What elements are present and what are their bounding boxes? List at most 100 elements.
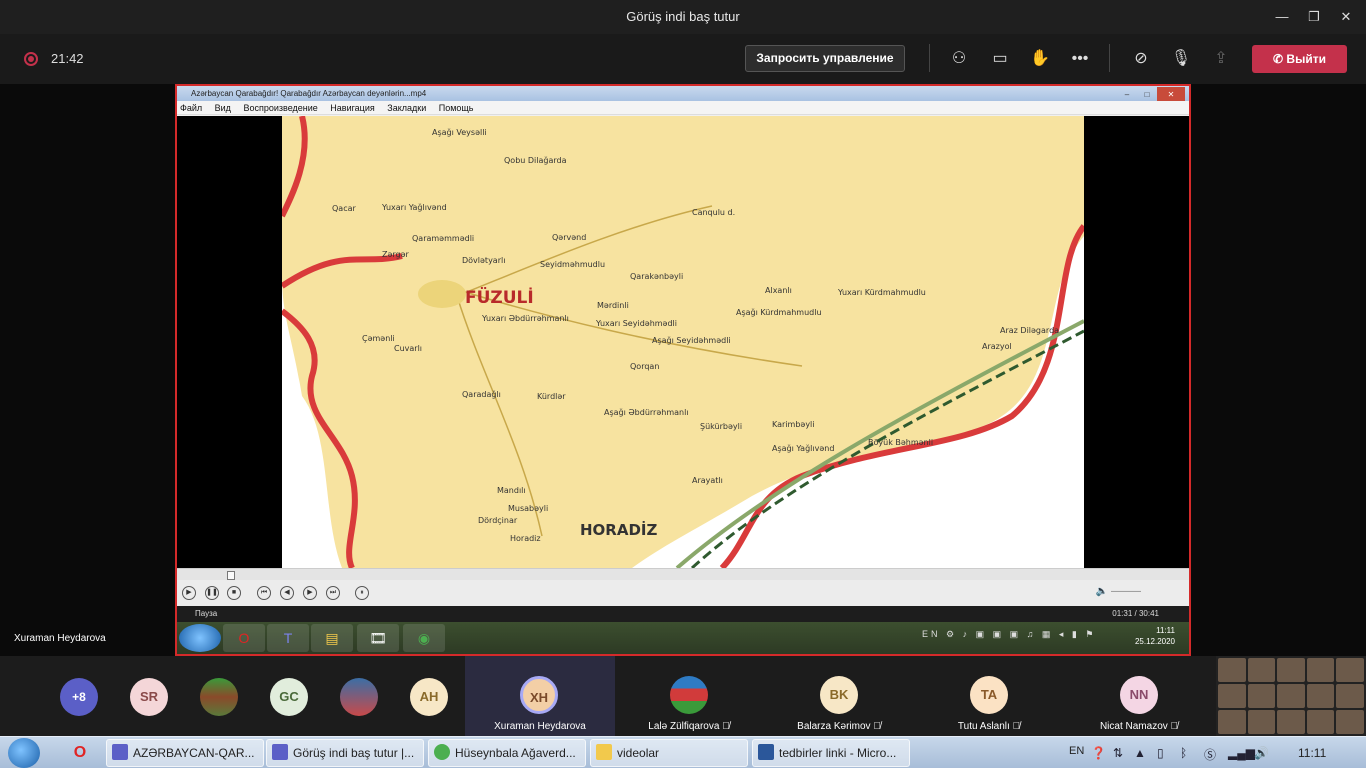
language-indicator[interactable]: EN [1069,745,1084,757]
opera-icon[interactable]: O [68,741,92,765]
task-label: Görüş indi baş tutur |... [293,746,415,760]
participant-tile[interactable]: Lalə Zülfiqarova 🎙̸ [614,656,764,736]
participant-name-text: Lalə Zülfiqarova [648,721,720,732]
avatar-gc[interactable]: GC [270,678,308,716]
network-icon[interactable]: ⇅ [1113,746,1123,760]
play-icon: ▶ [182,586,196,600]
gallery-thumb [1336,710,1364,734]
map-place: Dövlətyarlı [462,256,506,265]
map-place: Böyük Bəhmənli [868,438,934,447]
leave-button[interactable]: ✆ Выйти [1252,45,1347,73]
windows-taskbar: O AZƏRBAYCAN-QAR... Görüş indi baş tutur… [0,736,1366,768]
divider [929,44,930,72]
player-time: 01:31 / 30:41 [1112,609,1159,618]
taskbar-task[interactable]: Görüş indi baş tutur |... [266,739,424,767]
window-title: Görüş indi baş tutur [626,9,740,24]
more-options-icon[interactable]: ••• [1069,48,1091,70]
map-place: Qərvənd [552,233,587,242]
restore-icon[interactable]: ❐ [1302,6,1326,28]
task-label: tedbirler linki - Micro... [779,746,897,760]
avatar-flag[interactable] [200,678,238,716]
title-bar: Görüş indi baş tutur — ❐ ✕ [0,0,1366,34]
show-hidden-icons[interactable]: ▲ [1134,746,1146,760]
camera-off-icon[interactable]: ⊘ [1130,48,1152,70]
gallery-thumb [1277,684,1305,708]
teams-icon [272,744,288,760]
task-label: videolar [617,746,660,760]
menu-navigation: Навигация [330,103,375,113]
mic-muted-icon: 🎙̸ [722,721,730,732]
overflow-participants-button[interactable]: +8 [60,678,98,716]
mic-off-icon[interactable]: 🎙 [1170,48,1192,70]
gallery-thumb [1247,658,1276,682]
pause-icon: ❚❚ [205,586,219,600]
gallery-thumb [1218,658,1246,682]
volume-icon: 🔈 ——— [1095,586,1141,597]
help-icon[interactable]: ❓ [1091,746,1106,760]
gallery-thumb [1247,710,1276,734]
gallery-thumb [1306,684,1335,708]
task-label: AZƏRBAYCAN-QAR... [133,746,255,760]
menu-bookmarks: Закладки [387,103,427,113]
map-place: Dördçinar [478,516,518,525]
shared-media-icon: 🎞 [357,624,399,652]
shared-lang: EN [922,629,941,639]
player-menu: Файл Вид Воспроизведение Навигация Закла… [177,101,1189,115]
participant-tile-active[interactable]: XH Xuraman Heydarova [465,656,615,736]
player-title: Azərbaycan Qarabağdır! Qarabağdır Azərba… [191,89,427,98]
gallery-thumb [1247,684,1276,708]
gallery-thumb [1277,658,1305,682]
shared-start-icon [179,624,221,652]
request-control-button[interactable]: Запросить управление [745,45,905,72]
share-tray-icon[interactable]: ⇪ [1210,48,1232,70]
avatar-ah[interactable]: AH [410,678,448,716]
battery-icon[interactable]: ▯ [1157,746,1164,760]
video-gallery[interactable] [1216,656,1366,736]
participants-icon[interactable]: ⚇ [948,48,970,70]
shared-tray-icons: EN ⚙ ♪ ▣ ▣ ▣ ♫ ▦ ◂ ▮ ⚑ [922,629,1097,639]
map-place: Qacar [332,204,356,213]
shared-opera-icon: O [223,624,265,652]
skype-icon[interactable]: Ⓢ [1204,746,1216,763]
map-place: Mandılı [497,486,526,495]
participant-tile[interactable]: BK Balarza Kərimov 🎙̸ [764,656,914,736]
avatar-photo[interactable] [340,678,378,716]
video-area: FÜZULİ HORADİZ Aşağı Veysəlli Qobu Dilağ… [177,116,1189,568]
meeting-controls-bar: 21:42 Запросить управление ⚇ ▭ ✋ ••• ⊘ 🎙… [0,34,1366,84]
map-place: Yuxarı Əbdürrəhmanlı [482,314,569,323]
recording-icon [24,52,38,66]
chat-icon[interactable]: ▭ [989,48,1011,70]
map-label-main: FÜZULİ [465,288,534,308]
map-place: Karimbəyli [772,420,815,429]
gallery-thumb [1306,710,1335,734]
raise-hand-icon[interactable]: ✋ [1029,48,1051,70]
minimize-icon[interactable]: — [1270,6,1294,28]
taskbar-task[interactable]: tedbirler linki - Micro... [752,739,910,767]
close-icon[interactable]: ✕ [1334,6,1358,28]
taskbar-task[interactable]: videolar [590,739,748,767]
map-place: Canqulu d. [692,208,736,217]
participant-tile[interactable]: NN Nicat Namazov 🎙̸ [1064,656,1214,736]
previous-icon: ⏮ [257,586,271,600]
participant-tile[interactable]: TA Tutu Aslanlı 🎙̸ [914,656,1064,736]
menu-help: Помощь [438,103,474,113]
map-place: Aşağı Yağlıvənd [772,444,835,453]
bluetooth-icon[interactable]: ᛒ [1180,746,1187,760]
taskbar-task[interactable]: Hüseynbala Ağaverd... [428,739,586,767]
forward-icon: ▶ [303,586,317,600]
gallery-thumb [1277,710,1305,734]
avatar-sr[interactable]: SR [130,678,168,716]
player-close-icon: ✕ [1157,87,1185,102]
map-place: Arayatlı [692,476,723,485]
start-button[interactable] [8,738,40,768]
seek-bar[interactable] [177,568,1189,580]
map-image: FÜZULİ HORADİZ Aşağı Veysəlli Qobu Dilağ… [282,116,1084,568]
seek-thumb[interactable] [227,571,235,580]
player-maximize-icon: □ [1144,90,1150,99]
taskbar-clock[interactable]: 11:11 [1298,746,1326,760]
taskbar-task[interactable]: AZƏRBAYCAN-QAR... [106,739,264,767]
signal-icon[interactable]: ▂▄▆ [1228,746,1255,760]
volume-icon[interactable]: 🔊 [1254,746,1269,760]
gallery-thumb [1218,684,1246,708]
task-label: Hüseynbala Ağaverd... [455,746,576,760]
